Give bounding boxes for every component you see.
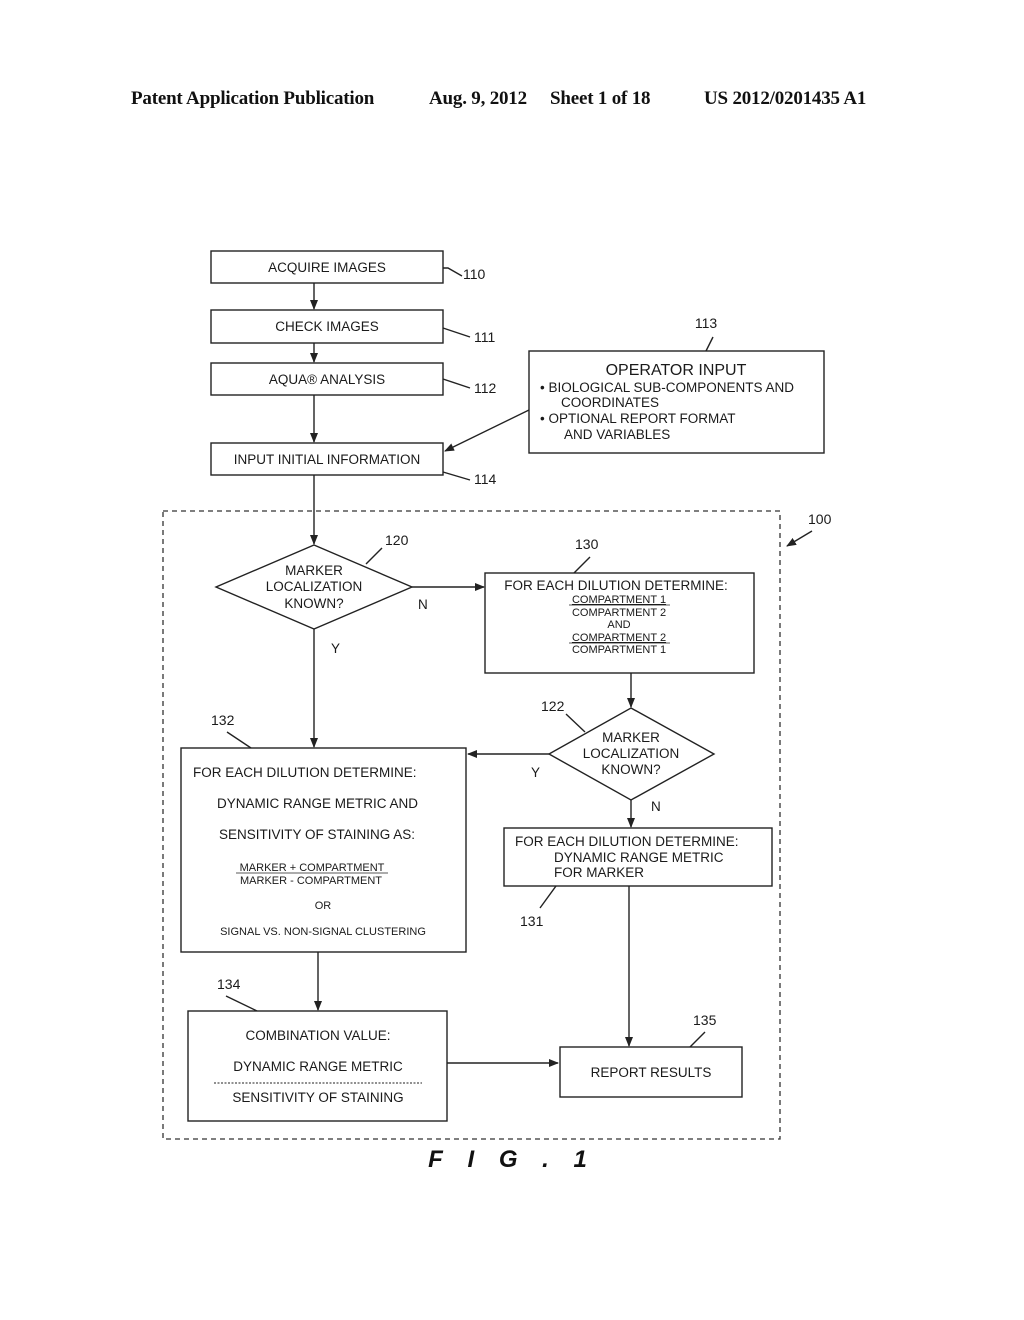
ref-114-leader — [442, 471, 471, 481]
dynamic-marker-line-2: DYNAMIC RANGE METRIC — [554, 850, 724, 865]
decision-120-line-3: KNOWN? — [284, 596, 343, 611]
decision-122-line-2: LOCALIZATION — [583, 746, 680, 761]
ref-100-arrow — [786, 530, 813, 547]
clustering-label: SIGNAL VS. NON-SIGNAL CLUSTERING — [220, 926, 426, 938]
node-decision-120: MARKER LOCALIZATION KNOWN? 120 N Y — [214, 532, 428, 656]
ref-111-leader — [442, 327, 471, 338]
ref-122-leader — [565, 713, 586, 733]
dynamic-marker-line-1: FOR EACH DILUTION DETERMINE: — [515, 834, 739, 849]
node-check-images: CHECK IMAGES 111 — [210, 309, 495, 345]
fraction-numerator: MARKER + COMPARTMENT — [240, 862, 385, 874]
ref-132-leader — [226, 731, 252, 749]
ref-131-leader — [539, 885, 557, 909]
ref-114: 114 — [474, 471, 497, 487]
decision-120-line-1: MARKER — [285, 563, 343, 578]
node-aqua-analysis: AQUA® ANALYSIS 112 — [210, 362, 497, 396]
node-input-initial-information: INPUT INITIAL INFORMATION 114 — [210, 442, 497, 487]
aqua-analysis-label: AQUA® ANALYSIS — [269, 372, 385, 387]
ref-122: 122 — [541, 698, 565, 714]
operator-input-line-4: AND VARIABLES — [564, 427, 670, 442]
ref-134-leader — [225, 995, 258, 1012]
ref-100: 100 — [808, 511, 832, 527]
ref-112-leader — [442, 378, 471, 389]
ref-132: 132 — [211, 712, 235, 728]
arrow-operator-to-input — [444, 409, 530, 452]
node-operator-input: 113 OPERATOR INPUT • BIOLOGICAL SUB-COMP… — [528, 315, 825, 454]
combination-numerator: DYNAMIC RANGE METRIC — [233, 1059, 403, 1074]
operator-input-line-1: • BIOLOGICAL SUB-COMPONENTS AND — [540, 380, 794, 395]
ref-120: 120 — [385, 532, 409, 548]
report-results-label: REPORT RESULTS — [591, 1065, 712, 1080]
node-dynamic-sensitivity-132: 132 FOR EACH DILUTION DETERMINE: DYNAMIC… — [180, 712, 467, 953]
compartments-title: FOR EACH DILUTION DETERMINE: — [504, 578, 728, 593]
figure-caption: F I G . 1 — [428, 1146, 596, 1173]
dynamic-sensitivity-line-2: DYNAMIC RANGE METRIC AND — [217, 796, 418, 811]
decision-122-line-3: KNOWN? — [601, 762, 660, 777]
operator-input-line-3: • OPTIONAL REPORT FORMAT — [540, 411, 736, 426]
node-decision-122: MARKER LOCALIZATION KNOWN? 122 Y N — [531, 698, 716, 814]
compartments-line-5: COMPARTMENT 1 — [572, 644, 666, 656]
ref-113: 113 — [695, 315, 718, 331]
operator-input-line-2: COORDINATES — [561, 395, 659, 410]
combination-denominator: SENSITIVITY OF STAINING — [232, 1090, 403, 1105]
fraction-denominator: MARKER - COMPARTMENT — [240, 875, 382, 887]
ref-120-leader — [365, 547, 383, 565]
operator-input-title: OPERATOR INPUT — [606, 362, 747, 379]
ref-131: 131 — [520, 913, 544, 929]
dynamic-marker-line-3: FOR MARKER — [554, 865, 644, 880]
combination-title: COMBINATION VALUE: — [245, 1028, 390, 1043]
node-dynamic-marker-131: FOR EACH DILUTION DETERMINE: DYNAMIC RAN… — [503, 827, 773, 929]
compartments-line-3: AND — [607, 619, 630, 631]
decision-120-yes-label: Y — [331, 641, 340, 656]
decision-122-line-1: MARKER — [602, 730, 660, 745]
decision-122-yes-label: Y — [531, 765, 540, 780]
ref-110-leader — [443, 267, 463, 277]
ref-113-leader — [705, 336, 714, 352]
check-images-label: CHECK IMAGES — [275, 319, 379, 334]
ref-111: 111 — [474, 329, 495, 345]
dynamic-sensitivity-line-1: FOR EACH DILUTION DETERMINE: — [193, 765, 417, 780]
decision-122-no-label: N — [651, 799, 661, 814]
acquire-images-label: ACQUIRE IMAGES — [268, 260, 386, 275]
ref-135-leader — [689, 1031, 706, 1048]
ref-130-leader — [573, 556, 591, 574]
compartments-line-4: COMPARTMENT 2 — [572, 632, 666, 644]
or-label: OR — [315, 900, 332, 912]
node-compartments-130: 130 FOR EACH DILUTION DETERMINE: COMPART… — [484, 536, 755, 674]
ref-135: 135 — [693, 1012, 717, 1028]
node-acquire-images: ACQUIRE IMAGES 110 — [210, 250, 486, 284]
ref-130: 130 — [575, 536, 599, 552]
decision-120-no-label: N — [418, 597, 428, 612]
dynamic-sensitivity-line-3: SENSITIVITY OF STAINING AS: — [219, 827, 415, 842]
node-report-135: 135 REPORT RESULTS — [559, 1012, 743, 1098]
input-info-label: INPUT INITIAL INFORMATION — [234, 452, 421, 467]
ref-110: 110 — [463, 266, 486, 282]
compartments-line-1: COMPARTMENT 1 — [572, 594, 666, 606]
ref-112: 112 — [474, 380, 497, 396]
ref-134: 134 — [217, 976, 241, 992]
decision-120-line-2: LOCALIZATION — [266, 579, 363, 594]
flowchart-diagram: 100 ACQUIRE IMAGES 110 CHECK IMAGES 111 … — [162, 250, 832, 1173]
compartments-line-2: COMPARTMENT 2 — [572, 607, 666, 619]
